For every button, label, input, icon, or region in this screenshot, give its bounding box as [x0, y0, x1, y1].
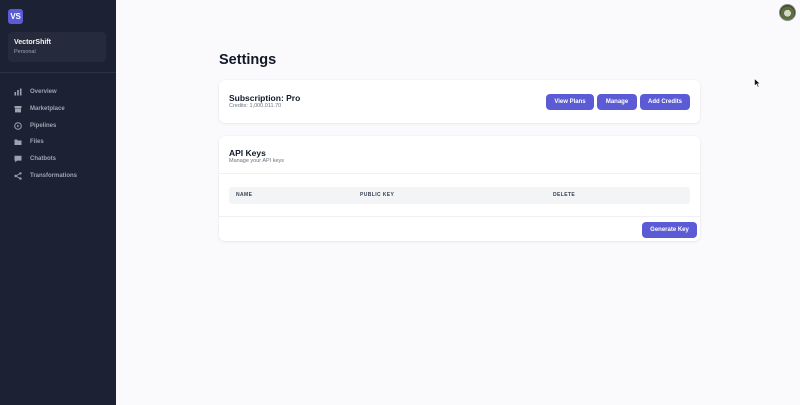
add-credits-button[interactable]: Add Credits: [640, 93, 690, 110]
api-keys-table-header: NAME PUBLIC KEY DELETE: [229, 187, 690, 204]
sidebar: VS VectorShift Personal Overview Marketp…: [0, 0, 116, 405]
avatar[interactable]: [779, 4, 796, 21]
view-plans-button[interactable]: View Plans: [546, 93, 594, 110]
sidebar-item-label: Chatbots: [30, 156, 56, 163]
sidebar-item-label: Marketplace: [30, 106, 65, 113]
sidebar-nav: Overview Marketplace Pipelines Files Cha…: [8, 84, 108, 184]
generate-key-button[interactable]: Generate Key: [642, 222, 697, 238]
sidebar-item-transformations[interactable]: Transformations: [8, 167, 108, 184]
credits-balance: Credits: 1,000,011.70: [229, 103, 282, 109]
api-keys-subtitle: Manage your API keys: [229, 158, 285, 164]
sidebar-item-label: Transformations: [30, 172, 78, 179]
chat-icon: [12, 154, 23, 165]
folder-icon: [12, 137, 23, 148]
org-type: Personal: [14, 49, 36, 55]
subscription-title: Subscription: Pro: [229, 93, 301, 103]
org-switcher[interactable]: VectorShift Personal: [8, 32, 106, 62]
transform-icon: [12, 170, 23, 181]
api-keys-card: API Keys Manage your API keys NAME PUBLI…: [219, 136, 700, 241]
divider: [219, 173, 700, 174]
store-icon: [12, 104, 23, 115]
column-header-name: NAME: [236, 192, 253, 198]
api-keys-title: API Keys: [229, 148, 266, 158]
column-header-public-key: PUBLIC KEY: [360, 192, 395, 198]
vectorshift-logo[interactable]: VS: [8, 9, 23, 24]
pipeline-icon: [12, 120, 23, 131]
bar-chart-icon: [12, 87, 23, 98]
sidebar-item-marketplace[interactable]: Marketplace: [8, 101, 108, 118]
sidebar-item-label: Pipelines: [30, 122, 57, 129]
sidebar-item-overview[interactable]: Overview: [8, 84, 108, 101]
column-header-delete: DELETE: [553, 192, 576, 198]
org-name: VectorShift: [14, 39, 51, 46]
sidebar-item-pipelines[interactable]: Pipelines: [8, 117, 108, 134]
sidebar-item-label: Overview: [30, 89, 57, 96]
subscription-card: Subscription: Pro Credits: 1,000,011.70 …: [219, 80, 700, 123]
manage-button[interactable]: Manage: [597, 93, 637, 110]
divider: [219, 216, 700, 217]
page-title: Settings: [219, 52, 277, 68]
sidebar-item-chatbots[interactable]: Chatbots: [8, 151, 108, 168]
sidebar-item-label: Files: [30, 139, 44, 146]
sidebar-divider: [0, 72, 116, 73]
sidebar-item-files[interactable]: Files: [8, 134, 108, 151]
mouse-cursor-icon: [754, 75, 761, 88]
